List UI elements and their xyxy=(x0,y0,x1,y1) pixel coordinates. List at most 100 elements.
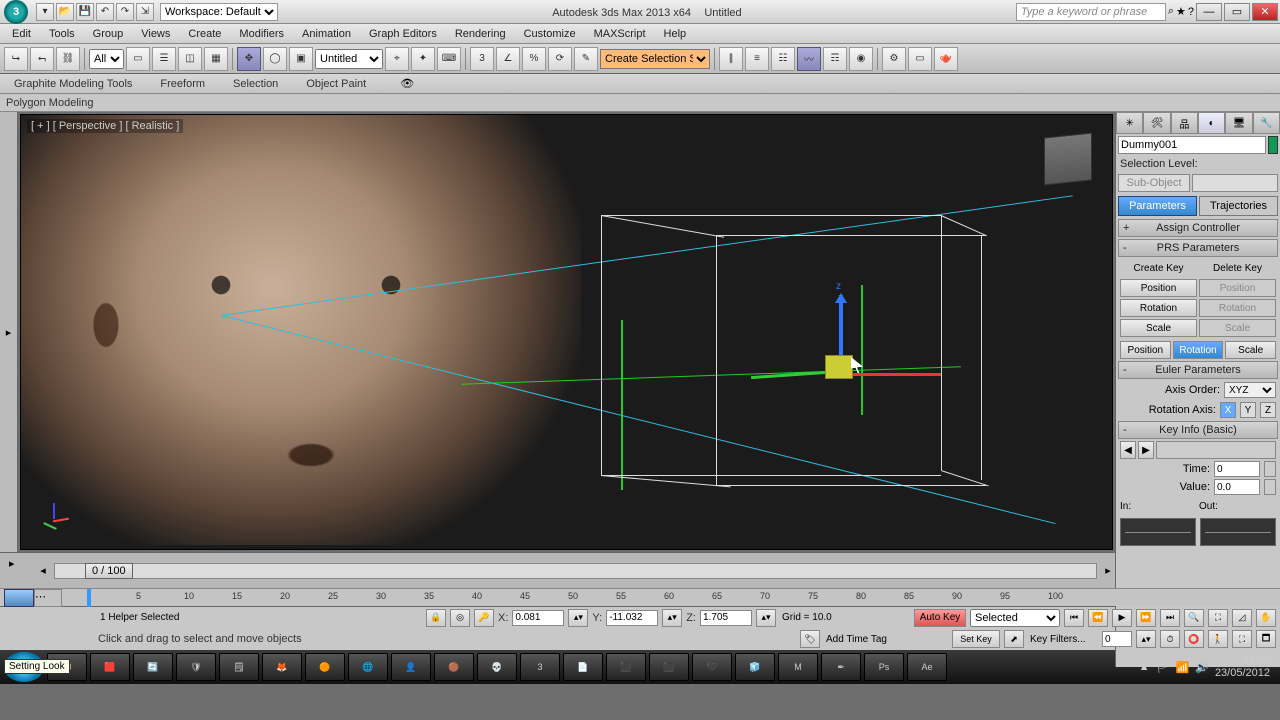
taskbar-app-2[interactable]: 🟥 xyxy=(90,653,130,681)
taskbar-app-20[interactable]: Ps xyxy=(864,653,904,681)
qat-open-icon[interactable]: 📂 xyxy=(56,3,74,21)
pivot-icon[interactable]: ⌖ xyxy=(385,47,409,71)
add-time-tag-label[interactable]: Add Time Tag xyxy=(824,631,914,647)
nav-pan-icon[interactable]: ✋ xyxy=(1256,609,1276,627)
x-spinner[interactable]: ▴▾ xyxy=(568,609,588,627)
z-spinner[interactable]: ▴▾ xyxy=(756,609,776,627)
nav-max-toggle-icon[interactable]: ⛶ xyxy=(1232,630,1252,648)
select-link-icon[interactable]: ⮡ xyxy=(4,47,28,71)
nav-walk-icon[interactable]: 🚶 xyxy=(1208,630,1228,648)
taskbar-app-13[interactable]: 📄 xyxy=(563,653,603,681)
time-config-icon[interactable]: ⏱ xyxy=(1160,630,1180,648)
key-filters-button[interactable]: Key Filters... xyxy=(1028,631,1098,647)
named-selection-set[interactable]: Create Selection Se xyxy=(600,49,710,69)
rotation-axis-z[interactable]: Z xyxy=(1260,402,1276,418)
time-field[interactable] xyxy=(1214,461,1260,477)
help-search-input[interactable]: Type a keyword or phrase xyxy=(1016,3,1166,21)
rollout-euler-parameters[interactable]: -Euler Parameters xyxy=(1118,361,1278,379)
close-button[interactable]: ✕ xyxy=(1252,3,1278,21)
select-name-icon[interactable]: ☰ xyxy=(152,47,176,71)
auto-key-button[interactable]: Auto Key xyxy=(914,609,966,627)
qat-link-icon[interactable]: ⇲ xyxy=(136,3,154,21)
frame-spinner[interactable]: ▴▾ xyxy=(1136,630,1156,648)
rotation-axis-x[interactable]: X xyxy=(1220,402,1236,418)
time-scroll-right-icon[interactable]: ▸ xyxy=(1101,564,1115,577)
schematic-icon[interactable]: ☶ xyxy=(823,47,847,71)
prev-key-icon[interactable]: ◀ xyxy=(1120,441,1136,459)
y-spinner[interactable]: ▴▾ xyxy=(662,609,682,627)
ribbon-tab-graphite[interactable]: Graphite Modeling Tools xyxy=(0,76,146,92)
snap-toggle-icon[interactable]: 3 xyxy=(470,47,494,71)
tray-expand-icon[interactable]: ▲ xyxy=(1139,661,1150,673)
menu-modifiers[interactable]: Modifiers xyxy=(231,26,292,42)
viewcube[interactable] xyxy=(1044,132,1092,185)
angle-snap-icon[interactable]: ∠ xyxy=(496,47,520,71)
current-frame-field[interactable]: 0 xyxy=(1102,631,1132,647)
percent-snap-icon[interactable]: % xyxy=(522,47,546,71)
goto-end-icon[interactable]: ⏭ xyxy=(1160,609,1180,627)
menu-graph-editors[interactable]: Graph Editors xyxy=(361,26,445,42)
help-icon[interactable]: ? xyxy=(1188,6,1194,18)
ribbon-tab-objectpaint[interactable]: Object Paint xyxy=(292,76,380,92)
material-editor-icon[interactable]: ◉ xyxy=(849,47,873,71)
maximize-button[interactable]: ▭ xyxy=(1224,3,1250,21)
ref-coord-system[interactable]: Untitled xyxy=(315,49,383,69)
isolate-icon[interactable]: ◎ xyxy=(450,609,470,627)
taskbar-app-21[interactable]: Ae xyxy=(907,653,947,681)
gizmo-xy-plane[interactable] xyxy=(825,355,853,379)
rollout-prs-parameters[interactable]: -PRS Parameters xyxy=(1118,239,1278,257)
nav-zoom-icon[interactable]: 🔍 xyxy=(1184,609,1204,627)
rotate-tool-icon[interactable]: ◯ xyxy=(263,47,287,71)
prs-position-button[interactable]: Position xyxy=(1120,341,1171,359)
edit-named-sel-icon[interactable]: ✎ xyxy=(574,47,598,71)
object-name-field[interactable] xyxy=(1118,136,1266,154)
coord-y-field[interactable]: -11.032 xyxy=(606,610,658,626)
nav-zoom-all-icon[interactable]: ⛶ xyxy=(1208,609,1228,627)
spinner-snap-icon[interactable]: ⟳ xyxy=(548,47,572,71)
manipulate-icon[interactable]: ✦ xyxy=(411,47,435,71)
set-key-big-icon[interactable]: ⬈ xyxy=(1004,630,1024,648)
move-tool-icon[interactable]: ✥ xyxy=(237,47,261,71)
panel-tab-motion-icon[interactable]: ◐ xyxy=(1198,112,1225,134)
ribbon-tab-freeform[interactable]: Freeform xyxy=(146,76,219,92)
nav-fov-icon[interactable]: ◿ xyxy=(1232,609,1252,627)
select-object-icon[interactable]: ▭ xyxy=(126,47,150,71)
selection-filter[interactable]: All xyxy=(89,49,124,69)
time-slider-expand-icon[interactable]: ▸ xyxy=(9,557,27,585)
time-slider[interactable]: 0 / 100 xyxy=(54,563,1097,579)
track-bar-keys-icon[interactable]: ⋯ xyxy=(34,589,62,607)
axis-order-select[interactable]: XYZ xyxy=(1224,382,1276,398)
menu-group[interactable]: Group xyxy=(85,26,132,42)
tab-parameters[interactable]: Parameters xyxy=(1118,196,1197,216)
current-frame-marker[interactable] xyxy=(87,589,91,607)
tab-trajectories[interactable]: Trajectories xyxy=(1199,196,1278,216)
gizmo-x-axis[interactable] xyxy=(841,373,941,376)
coord-z-field[interactable]: 1.705 xyxy=(700,610,752,626)
set-key-button[interactable]: Set Key xyxy=(952,630,1000,648)
rotation-axis-y[interactable]: Y xyxy=(1240,402,1256,418)
render-frame-icon[interactable]: ▭ xyxy=(908,47,932,71)
taskbar-app-15[interactable]: ⬛ xyxy=(649,653,689,681)
panel-tab-create-icon[interactable]: ✳ xyxy=(1116,112,1143,134)
qat-undo-icon[interactable]: ↶ xyxy=(96,3,114,21)
time-spinner[interactable] xyxy=(1264,461,1276,477)
taskbar-app-16[interactable]: 🖤 xyxy=(692,653,732,681)
taskbar-app-19[interactable]: ✒ xyxy=(821,653,861,681)
curve-editor-icon[interactable]: 〰 xyxy=(797,47,821,71)
tray-network-icon[interactable]: 📶 xyxy=(1176,661,1190,674)
prs-scale-button[interactable]: Scale xyxy=(1225,341,1276,359)
taskbar-app-18[interactable]: M xyxy=(778,653,818,681)
nav-orbit-icon[interactable]: ⭕ xyxy=(1184,630,1204,648)
qat-save-icon[interactable]: 💾 xyxy=(76,3,94,21)
workspace-selector[interactable]: Workspace: Default xyxy=(160,3,278,21)
sub-object-dropdown[interactable] xyxy=(1192,174,1278,192)
bind-icon[interactable]: ⛓ xyxy=(56,47,80,71)
out-tangent-button[interactable] xyxy=(1200,518,1276,546)
taskbar-app-11[interactable]: 💀 xyxy=(477,653,517,681)
select-region-icon[interactable]: ◫ xyxy=(178,47,202,71)
render-icon[interactable]: 🫖 xyxy=(934,47,958,71)
viewport-label[interactable]: [ + ] [ Perspective ] [ Realistic ] xyxy=(27,119,183,133)
app-icon[interactable]: 3 xyxy=(4,0,28,24)
track-bar-mini-curve-icon[interactable] xyxy=(4,589,34,607)
lock-selection-icon[interactable]: 🔒 xyxy=(426,609,446,627)
